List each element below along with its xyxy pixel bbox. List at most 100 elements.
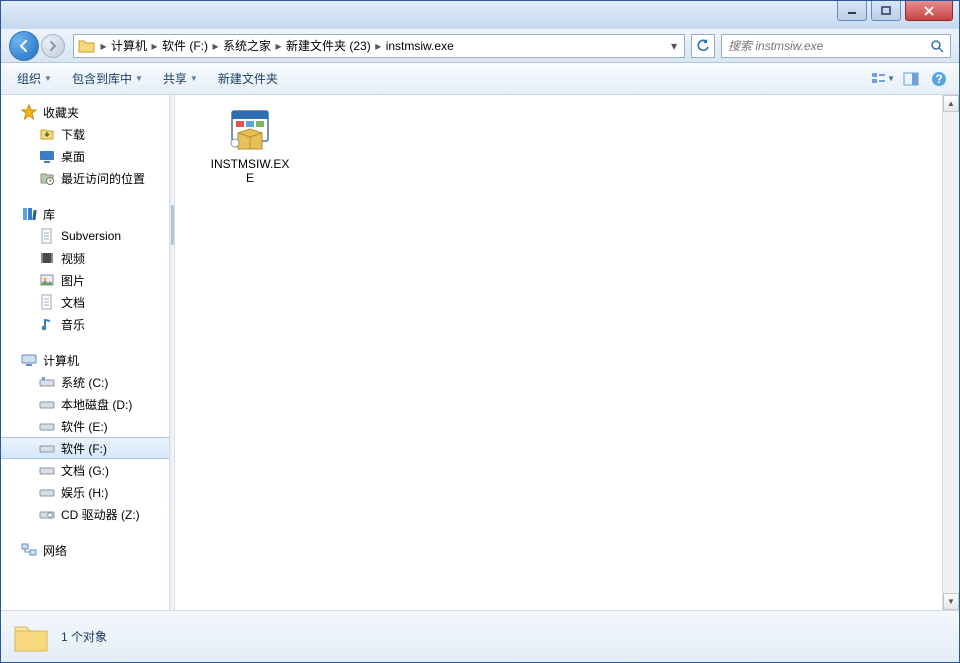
favorites-group: 收藏夹 下载 桌面 最近访问的位置	[1, 101, 169, 189]
nav-music[interactable]: 音乐	[1, 313, 169, 335]
cd-drive-icon	[39, 506, 55, 522]
refresh-icon	[696, 39, 710, 53]
minimize-button[interactable]	[837, 1, 867, 21]
arrow-left-icon	[17, 39, 31, 53]
nav-label: Subversion	[61, 229, 121, 243]
nav-downloads[interactable]: 下载	[1, 123, 169, 145]
arrow-right-icon	[47, 40, 59, 52]
include-in-library-button[interactable]: 包含到库中▼	[64, 66, 151, 91]
network-header[interactable]: 网络	[1, 539, 169, 561]
folder-large-icon	[11, 617, 51, 657]
refresh-button[interactable]	[691, 34, 715, 58]
nav-label: 最近访问的位置	[61, 170, 145, 187]
nav-subversion[interactable]: Subversion	[1, 225, 169, 247]
document-icon	[39, 228, 55, 244]
breadcrumb-segment[interactable]: 软件 (F:)	[158, 37, 212, 54]
file-item[interactable]: INSTMSIW.EXE	[205, 103, 295, 189]
content-pane[interactable]: INSTMSIW.EXE ▲ ▼	[175, 95, 959, 610]
search-icon	[930, 39, 944, 53]
toolbar-label: 组织	[17, 70, 41, 87]
chevron-right-icon: ▸	[375, 39, 382, 53]
forward-button[interactable]	[41, 34, 65, 58]
libraries-group: 库 Subversion 视频 图片 文档	[1, 203, 169, 335]
libraries-icon	[21, 206, 37, 222]
search-input[interactable]	[728, 39, 930, 53]
nav-label: 本地磁盘 (D:)	[61, 396, 132, 413]
preview-pane-button[interactable]	[899, 67, 923, 91]
breadcrumb-segment[interactable]: 计算机	[107, 37, 151, 54]
nav-label: 系统 (C:)	[61, 374, 108, 391]
vertical-scrollbar[interactable]: ▲ ▼	[942, 95, 959, 610]
installer-exe-icon	[226, 107, 274, 155]
nav-drive-g[interactable]: 文档 (G:)	[1, 459, 169, 481]
nav-documents[interactable]: 文档	[1, 291, 169, 313]
breadcrumb-segment[interactable]: 系统之家	[219, 37, 275, 54]
toolbar-label: 新建文件夹	[218, 70, 278, 87]
nav-drive-h[interactable]: 娱乐 (H:)	[1, 481, 169, 503]
chevron-right-icon: ▸	[275, 39, 282, 53]
nav-label: 文档	[61, 294, 85, 311]
nav-label: 娱乐 (H:)	[61, 484, 108, 501]
nav-recent[interactable]: 最近访问的位置	[1, 167, 169, 189]
scroll-track[interactable]	[943, 112, 959, 593]
close-button[interactable]	[905, 1, 953, 21]
address-row: ▸ 计算机 ▸ 软件 (F:) ▸ 系统之家 ▸ 新建文件夹 (23) ▸ in…	[1, 29, 959, 63]
chevron-right-icon: ▸	[100, 39, 107, 53]
nav-drive-d[interactable]: 本地磁盘 (D:)	[1, 393, 169, 415]
toolbar-label: 共享	[163, 70, 187, 87]
nav-label: 网络	[43, 542, 67, 559]
chevron-right-icon: ▸	[212, 39, 219, 53]
breadcrumb-segment[interactable]: instmsiw.exe	[382, 39, 458, 53]
view-icon	[871, 71, 885, 87]
drive-icon	[39, 440, 55, 456]
nav-drive-e[interactable]: 软件 (E:)	[1, 415, 169, 437]
share-button[interactable]: 共享▼	[155, 66, 206, 91]
star-icon	[21, 104, 37, 120]
chevron-down-icon: ▼	[135, 74, 143, 83]
status-text: 1 个对象	[61, 628, 107, 645]
nav-label: CD 驱动器 (Z:)	[61, 506, 140, 523]
window-buttons	[837, 1, 953, 21]
nav-label: 音乐	[61, 316, 85, 333]
drive-icon	[39, 462, 55, 478]
titlebar	[1, 1, 959, 29]
change-view-button[interactable]: ▼	[871, 67, 895, 91]
svg-text:?: ?	[935, 72, 942, 86]
scroll-down-button[interactable]: ▼	[943, 593, 959, 610]
nav-pictures[interactable]: 图片	[1, 269, 169, 291]
nav-drive-z[interactable]: CD 驱动器 (Z:)	[1, 503, 169, 525]
search-box[interactable]	[721, 34, 951, 58]
nav-drive-f[interactable]: 软件 (F:)	[1, 437, 169, 459]
network-icon	[21, 542, 37, 558]
back-button[interactable]	[9, 31, 39, 61]
nav-label: 库	[43, 206, 55, 223]
breadcrumb-segment[interactable]: 新建文件夹 (23)	[282, 37, 375, 54]
minimize-icon	[847, 6, 857, 16]
computer-header[interactable]: 计算机	[1, 349, 169, 371]
nav-label: 收藏夹	[43, 104, 79, 121]
nav-label: 下载	[61, 126, 85, 143]
organize-button[interactable]: 组织▼	[9, 66, 60, 91]
new-folder-button[interactable]: 新建文件夹	[210, 66, 286, 91]
nav-label: 软件 (F:)	[61, 440, 107, 457]
help-button[interactable]: ?	[927, 67, 951, 91]
nav-label: 桌面	[61, 148, 85, 165]
libraries-header[interactable]: 库	[1, 203, 169, 225]
scroll-up-button[interactable]: ▲	[943, 95, 959, 112]
nav-drive-c[interactable]: 系统 (C:)	[1, 371, 169, 393]
preview-pane-icon	[903, 71, 919, 87]
navigation-pane: 收藏夹 下载 桌面 最近访问的位置 库	[1, 95, 169, 610]
download-icon	[39, 126, 55, 142]
chevron-right-icon: ▸	[151, 39, 158, 53]
maximize-button[interactable]	[871, 1, 901, 21]
drive-icon	[39, 484, 55, 500]
toolbar-label: 包含到库中	[72, 70, 132, 87]
address-bar[interactable]: ▸ 计算机 ▸ 软件 (F:) ▸ 系统之家 ▸ 新建文件夹 (23) ▸ in…	[73, 34, 685, 58]
explorer-window: ▸ 计算机 ▸ 软件 (F:) ▸ 系统之家 ▸ 新建文件夹 (23) ▸ in…	[0, 0, 960, 663]
nav-videos[interactable]: 视频	[1, 247, 169, 269]
favorites-header[interactable]: 收藏夹	[1, 101, 169, 123]
address-dropdown[interactable]: ▾	[666, 39, 682, 53]
toolbar: 组织▼ 包含到库中▼ 共享▼ 新建文件夹 ▼ ?	[1, 63, 959, 95]
nav-desktop[interactable]: 桌面	[1, 145, 169, 167]
chevron-down-icon: ▼	[190, 74, 198, 83]
